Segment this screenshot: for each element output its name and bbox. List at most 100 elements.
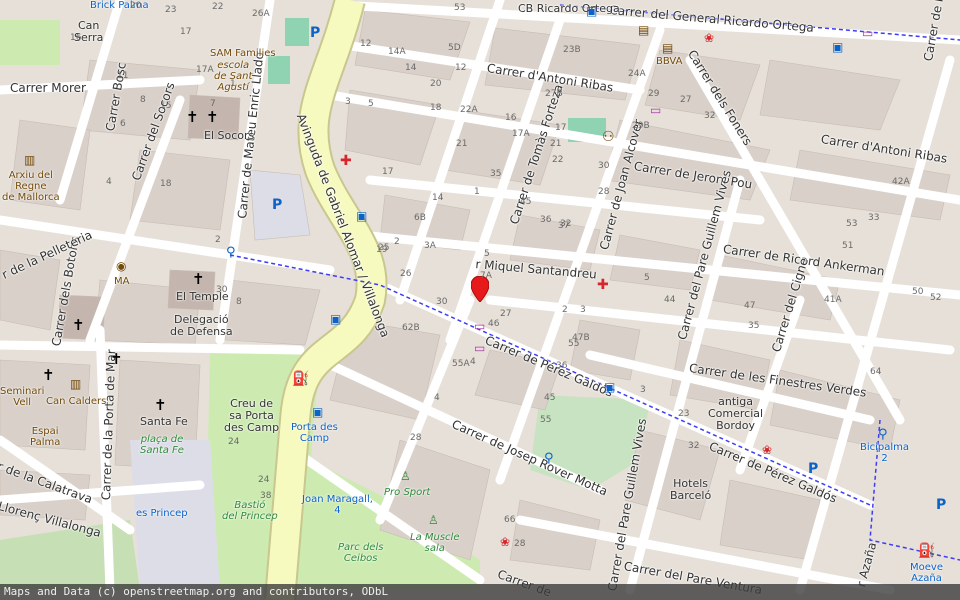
bicycle-rental-icon[interactable]: ⚲ [544,452,554,465]
house-number: 23B [563,45,581,55]
house-number: 3A [424,241,436,251]
bus-stop-icon[interactable]: ▣ [586,5,597,17]
house-number: 23 [165,5,177,15]
house-number: 8 [236,297,242,307]
map-attribution: Maps and Data (c) openstreetmap.org and … [0,584,960,600]
museum-icon[interactable]: ▥ [70,378,81,390]
shop-icon[interactable]: ▭ [650,104,661,116]
poi-seminari-vell[interactable]: Seminari Vell [0,386,44,408]
church-icon[interactable]: ✝ [72,318,85,333]
poi-el-socors[interactable]: El Socors [204,129,254,142]
bank-icon[interactable]: ▤ [662,42,673,54]
poi-antiga-comercial[interactable]: antiga Comercial Bordoy [708,395,763,432]
house-number: 29 [648,89,660,99]
house-number: 36 [540,215,552,225]
parking-icon[interactable]: P [310,26,320,40]
parking-icon[interactable]: P [272,198,282,212]
bus-stop-icon[interactable]: ▣ [356,210,367,222]
poi-ma[interactable]: MA [114,276,129,287]
house-number: 1 [230,79,236,89]
house-number: 14A [388,47,406,57]
poi-bastio-princep[interactable]: Bastió del Princep [222,500,278,522]
church-icon[interactable]: ✝ [186,110,199,125]
bus-stop-icon[interactable]: ▣ [330,313,341,325]
poi-joan-maragall[interactable]: Joan Maragall, 4 [302,494,373,516]
shop-icon[interactable]: ▭ [474,320,485,332]
house-number: 47B [572,333,590,343]
poi-placa-santa-fe[interactable]: plaça de Santa Fe [140,434,184,456]
poi-can-calders[interactable]: Can Calders [46,396,106,407]
house-number: 32 [704,111,716,121]
poi-porta-des-camp[interactable]: Porta des Camp [291,422,338,444]
fuel-icon[interactable]: ⛽ [292,372,309,386]
house-number: 32 [688,441,700,451]
poi-la-muscle[interactable]: La Muscle sala [410,532,459,554]
shop-icon[interactable]: ▭ [862,27,873,39]
house-number: 53 [846,219,858,229]
house-number: 7A [480,271,492,281]
vet-icon[interactable]: ❀ [500,536,510,548]
map-canvas[interactable]: Carrer del General Ricardo Ortega CB Ric… [0,0,960,600]
poi-creu-porta-camp[interactable]: Creu de sa Porta des Camp [224,397,279,434]
museum-icon[interactable]: ▥ [24,154,35,166]
poi-sam-families[interactable]: SAM Families [210,48,276,59]
museum-icon[interactable]: ◉ [116,260,126,272]
house-number: 20 [130,1,142,11]
street-label: CB Ricardo Ortega [518,2,620,15]
house-number: 64 [870,367,882,377]
water-area [268,56,290,84]
playground-icon[interactable]: ⚇ [602,130,615,144]
house-number: 12 [455,63,467,73]
poi-hotels-barcelo[interactable]: Hotels Barceló [670,477,711,502]
bicycle-rental-icon[interactable]: ⚲ [226,246,236,259]
parking-icon[interactable]: P [936,498,946,512]
poi-arxiu-regne[interactable]: Arxiu del Regne de Mallorca [2,170,60,203]
vet-icon[interactable]: ❀ [762,444,772,456]
house-number: 17A [512,129,530,139]
pharmacy-icon[interactable]: ✚ [340,154,352,168]
bicycle-rental-icon[interactable]: ⚲ [878,428,888,441]
house-number: 55A [452,359,470,369]
bank-icon[interactable]: ▤ [638,24,649,36]
poi-delegacio-defensa[interactable]: Delegació de Defensa [170,313,233,338]
house-number: 22A [460,105,478,115]
church-icon[interactable]: ✝ [206,110,219,125]
poi-espai-palma[interactable]: Espai Palma [30,426,60,448]
poi-es-princep[interactable]: es Princep [136,508,188,519]
house-number: 6B [414,213,426,223]
house-number: 5 [644,273,650,283]
house-number: 15 [160,101,172,111]
house-number: 45 [544,393,556,403]
poi-bicipalma[interactable]: Bicipalma 2 [860,442,909,464]
poi-moeve-azana[interactable]: Moeve Azaña [910,562,943,584]
poi-parc-ceibos[interactable]: Parc dels Ceibos [338,542,383,564]
house-number: 4 [470,357,476,367]
water-area [285,18,309,46]
church-icon[interactable]: ✝ [42,368,55,383]
house-number: 20 [430,79,442,89]
church-icon[interactable]: ✝ [154,398,167,413]
church-icon[interactable]: ✝ [110,352,123,367]
house-number: 24 [258,475,270,485]
house-number: 1 [474,187,480,197]
bus-stop-icon[interactable]: ▣ [832,41,843,53]
poi-pro-sport[interactable]: Pro Sport [384,487,430,498]
bus-stop-icon[interactable]: ▣ [312,406,323,418]
fuel-icon[interactable]: ⛽ [918,544,935,558]
house-number: 66 [504,515,516,525]
shop-icon[interactable]: ▭ [474,342,485,354]
house-number: 44 [664,295,676,305]
house-number: 46 [488,319,500,329]
parking-icon[interactable]: P [808,462,818,476]
fitness-icon[interactable]: ♙ [428,514,439,526]
vet-icon[interactable]: ❀ [704,32,714,44]
fitness-icon[interactable]: ♙ [400,470,411,482]
poi-santa-fe[interactable]: Santa Fe [140,415,188,428]
poi-bbva[interactable]: BBVA [656,56,682,67]
house-number: 30 [216,285,228,295]
house-number: 21 [456,139,468,149]
house-number: 16 [505,113,517,123]
church-icon[interactable]: ✝ [192,272,205,287]
pharmacy-icon[interactable]: ✚ [597,278,609,292]
bus-stop-icon[interactable]: ▣ [604,381,615,393]
